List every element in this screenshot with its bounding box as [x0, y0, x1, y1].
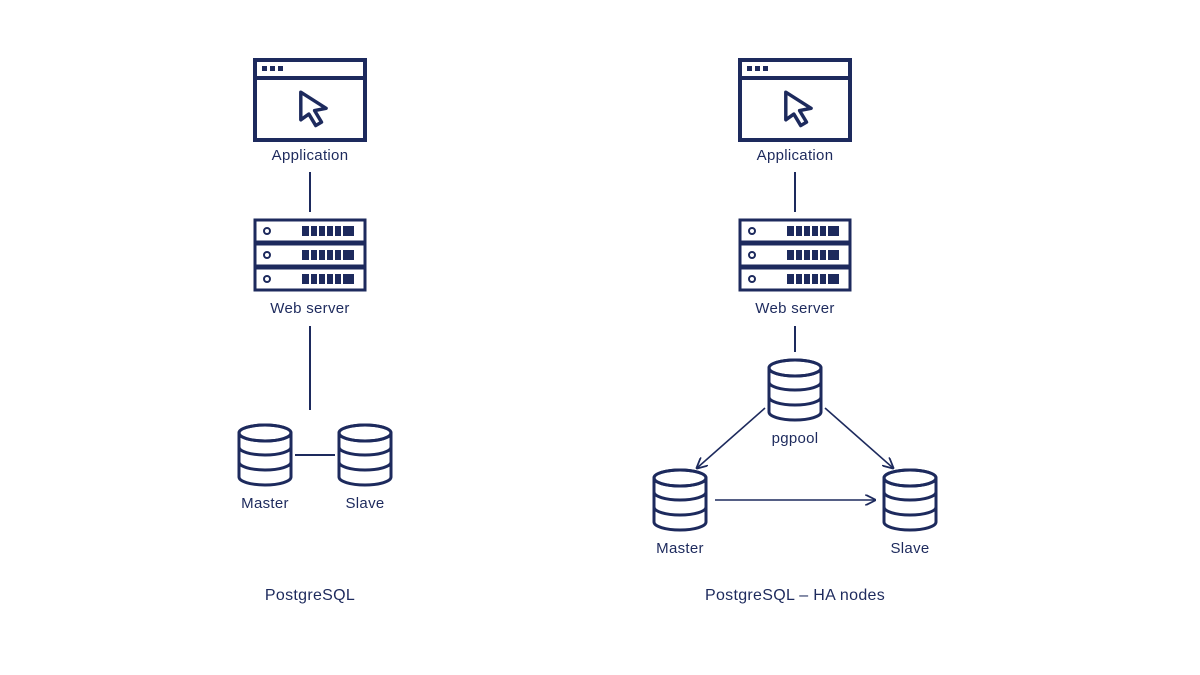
database-cylinder-icon	[654, 470, 706, 530]
server-rack-icon	[255, 220, 365, 290]
db-slave-node	[884, 470, 936, 530]
browser-cursor-icon	[740, 60, 850, 140]
server-rack-icon	[740, 220, 850, 290]
database-cylinder-icon	[239, 425, 291, 485]
pgpool-node	[769, 360, 821, 420]
db-master-label: Master	[656, 540, 704, 557]
application-label: Application	[757, 147, 834, 164]
db-slave-node	[339, 425, 391, 485]
database-cylinder-icon	[884, 470, 936, 530]
diagram-title: PostgreSQL	[265, 587, 355, 604]
browser-cursor-icon	[255, 60, 365, 140]
application-node	[255, 60, 365, 140]
db-slave-label: Slave	[345, 495, 384, 512]
db-slave-label: Slave	[890, 540, 929, 557]
webserver-label: Web server	[270, 300, 349, 317]
db-master-node	[654, 470, 706, 530]
db-master-label: Master	[241, 495, 289, 512]
arrow-pgpool-slave	[825, 408, 893, 468]
arrow-pgpool-master	[697, 408, 765, 468]
database-cylinder-icon	[339, 425, 391, 485]
webserver-node	[740, 220, 850, 290]
webserver-node	[255, 220, 365, 290]
application-node	[740, 60, 850, 140]
webserver-label: Web server	[755, 300, 834, 317]
application-label: Application	[272, 147, 349, 164]
diagram-right: Application Web server pgpool Master Sla…	[654, 60, 936, 604]
diagram-left: Application Web server Master Slave Post…	[239, 60, 391, 604]
db-master-node	[239, 425, 291, 485]
diagram-title: PostgreSQL – HA nodes	[705, 587, 885, 604]
pgpool-label: pgpool	[772, 430, 819, 447]
database-cylinder-icon	[769, 360, 821, 420]
